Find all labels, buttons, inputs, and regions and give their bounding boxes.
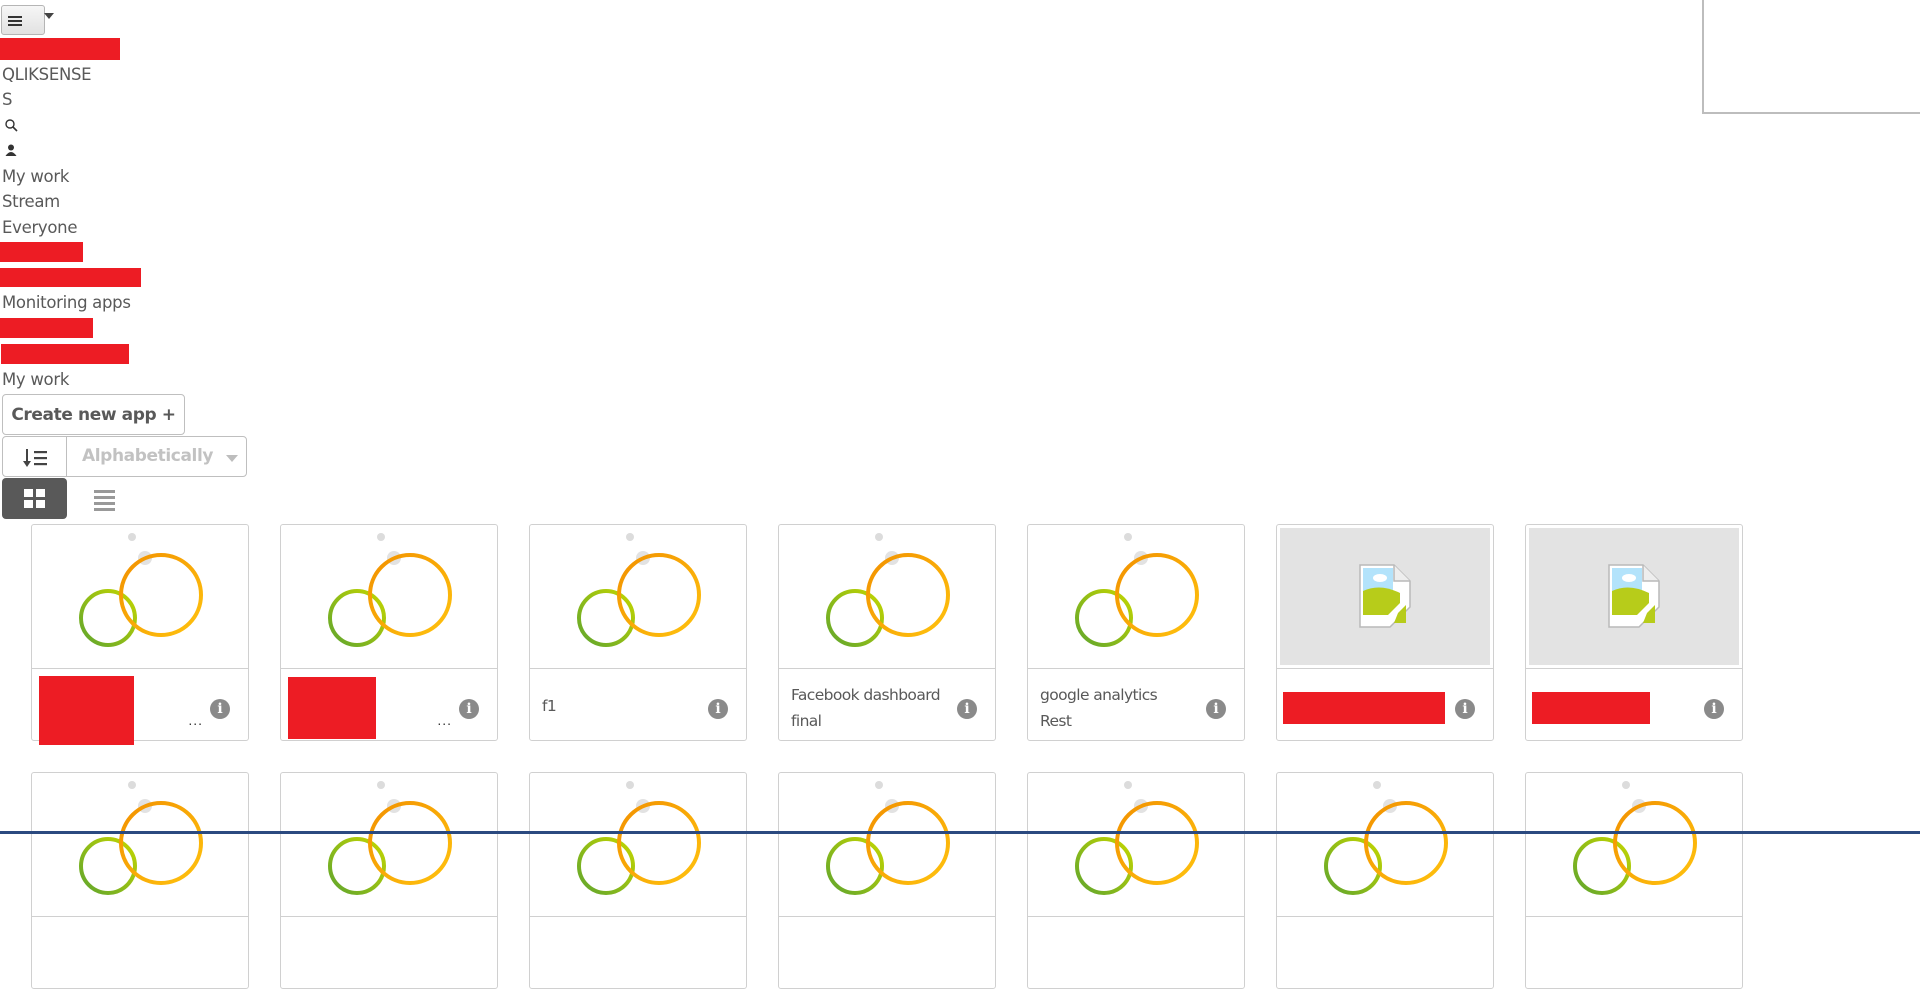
sort-dropdown-value: Alphabetically: [82, 446, 214, 466]
user-icon[interactable]: [4, 143, 18, 157]
title-ellipsis: ...: [188, 712, 203, 728]
sidebar-item-everyone[interactable]: Everyone: [2, 218, 78, 238]
app-card[interactable]: ... i: [31, 524, 249, 745]
main-menu-button[interactable]: [1, 5, 45, 35]
app-title-redacted: [1283, 692, 1445, 724]
app-thumbnail[interactable]: [32, 525, 248, 669]
app-card[interactable]: Facebook dashboard final i: [778, 524, 996, 741]
app-card[interactable]: google analytics Rest i: [1027, 524, 1245, 741]
chevron-down-icon: [226, 455, 238, 462]
sidebar-item-monitoring-apps[interactable]: Monitoring apps: [2, 293, 131, 313]
app-thumbnail[interactable]: [1526, 773, 1742, 917]
app-title: Facebook dashboard final: [791, 686, 941, 730]
app-thumbnail[interactable]: [530, 525, 746, 669]
app-card-footer[interactable]: google analytics Rest i: [1028, 669, 1244, 740]
qlik-logo-icon: [79, 781, 203, 895]
sort-ascending-icon: [23, 449, 47, 467]
qlik-logo-icon: [577, 781, 701, 895]
app-card-footer[interactable]: ... i: [281, 669, 497, 740]
grid-view-toggle[interactable]: [2, 478, 67, 519]
app-card[interactable]: i: [1276, 524, 1494, 741]
sort-order-button[interactable]: [2, 436, 67, 477]
info-icon[interactable]: i: [957, 699, 977, 719]
qlik-logo-icon: [1075, 781, 1199, 895]
grid-view-icon: [24, 489, 46, 509]
app-thumbnail[interactable]: [530, 773, 746, 917]
app-card[interactable]: [280, 772, 498, 989]
app-thumbnail[interactable]: [1529, 528, 1739, 665]
search-icon[interactable]: [4, 118, 18, 132]
app-card[interactable]: [1525, 772, 1743, 989]
list-view-toggle[interactable]: [70, 478, 138, 519]
product-label-secondary: S: [2, 90, 13, 109]
info-icon[interactable]: i: [459, 699, 479, 719]
qlik-logo-icon: [1573, 781, 1697, 895]
app-card[interactable]: [529, 772, 747, 989]
app-card[interactable]: [1027, 772, 1245, 989]
app-card[interactable]: f1 i: [529, 524, 747, 741]
app-thumbnail[interactable]: [779, 525, 995, 669]
sidebar-item-redacted[interactable]: [1, 344, 129, 364]
app-thumbnail[interactable]: [1028, 525, 1244, 669]
create-new-app-button[interactable]: Create new app +: [2, 394, 185, 435]
product-label: QLIKSENSE: [2, 65, 92, 84]
broken-image-icon: [1608, 564, 1660, 628]
redacted-app-name: [0, 38, 120, 60]
app-thumbnail[interactable]: [1280, 528, 1490, 665]
sidebar-item-stream[interactable]: Stream: [2, 192, 60, 212]
sidebar-item-redacted[interactable]: [0, 318, 93, 338]
app-title-redacted: [288, 677, 376, 739]
app-card[interactable]: i: [1525, 524, 1743, 741]
top-right-panel: [1702, 0, 1920, 114]
qlik-logo-icon: [328, 781, 452, 895]
qlik-logo-icon: [79, 533, 203, 647]
app-thumbnail[interactable]: [1028, 773, 1244, 917]
qlik-logo-icon: [328, 533, 452, 647]
app-title-redacted: [39, 676, 134, 745]
app-card-footer[interactable]: i: [1277, 669, 1493, 740]
app-thumbnail[interactable]: [779, 773, 995, 917]
info-icon[interactable]: i: [708, 699, 728, 719]
app-card-footer[interactable]: ... i: [32, 669, 248, 745]
caret-down-icon[interactable]: [44, 13, 54, 19]
info-icon[interactable]: i: [210, 699, 230, 719]
app-thumbnail[interactable]: [1277, 773, 1493, 917]
app-title: google analytics Rest: [1040, 686, 1158, 730]
app-card-footer[interactable]: Facebook dashboard final i: [779, 669, 995, 740]
info-icon[interactable]: i: [1206, 699, 1226, 719]
qlik-logo-icon: [1075, 533, 1199, 647]
title-ellipsis: ...: [437, 712, 452, 728]
app-card[interactable]: [778, 772, 996, 989]
app-title-redacted: [1532, 692, 1650, 724]
app-card[interactable]: [31, 772, 249, 989]
info-icon[interactable]: i: [1455, 699, 1475, 719]
qlik-logo-icon: [826, 533, 950, 647]
sidebar-item-redacted[interactable]: [0, 242, 83, 262]
qlik-logo-icon: [577, 533, 701, 647]
app-card-footer[interactable]: i: [1526, 669, 1742, 740]
app-card[interactable]: [1276, 772, 1494, 989]
app-card-footer[interactable]: f1 i: [530, 669, 746, 740]
info-icon[interactable]: i: [1704, 699, 1724, 719]
sidebar-item-redacted[interactable]: [0, 268, 141, 287]
app-thumbnail[interactable]: [281, 525, 497, 669]
app-thumbnail[interactable]: [281, 773, 497, 917]
app-thumbnail[interactable]: [32, 773, 248, 917]
sort-dropdown[interactable]: Alphabetically: [66, 436, 247, 477]
app-card[interactable]: ... i: [280, 524, 498, 741]
qlik-logo-icon: [1324, 781, 1448, 895]
app-title: f1: [542, 697, 557, 715]
qlik-logo-icon: [826, 781, 950, 895]
sidebar-item-my-work[interactable]: My work: [2, 167, 69, 187]
hamburger-icon: [8, 16, 22, 26]
broken-image-icon: [1359, 564, 1411, 628]
section-title: My work: [2, 370, 70, 389]
